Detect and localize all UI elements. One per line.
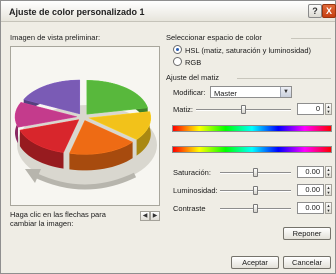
hue-label: Matiz:: [173, 105, 194, 114]
saturation-slider-thumb[interactable]: [252, 168, 258, 177]
spin-down-icon[interactable]: ▼: [326, 109, 331, 114]
close-button[interactable]: X: [322, 4, 336, 18]
hue-value-field[interactable]: 0: [297, 103, 324, 115]
contrast-spin-buttons[interactable]: ▲ ▼: [325, 202, 332, 214]
hue-spectrum-result: [172, 146, 332, 153]
preview-nav-hint: Haga clic en las flechas para cambiar la…: [10, 210, 106, 228]
previous-image-button[interactable]: ◀: [140, 211, 150, 221]
modify-label: Modificar:: [173, 88, 206, 97]
luminosity-label: Luminosidad:: [173, 186, 218, 195]
luminosity-value-field[interactable]: 0.00: [297, 184, 324, 196]
accept-button-label: Aceptar: [242, 258, 268, 267]
spin-down-icon[interactable]: ▼: [326, 172, 331, 177]
contrast-value-field[interactable]: 0.00: [297, 202, 324, 214]
preview-nav: ◀ ▶: [140, 211, 160, 221]
color-adjust-dialog: Ajuste de color personalizado 1 ? X Imag…: [0, 0, 336, 274]
group-divider: [291, 38, 331, 39]
contrast-slider-thumb[interactable]: [252, 204, 258, 213]
rgb-radio[interactable]: [173, 57, 182, 66]
luminosity-slider-thumb[interactable]: [252, 186, 258, 195]
rgb-radio-label[interactable]: RGB: [185, 58, 201, 67]
saturation-spin-buttons[interactable]: ▲ ▼: [325, 166, 332, 178]
title-bar[interactable]: Ajuste de color personalizado 1 ? X: [1, 1, 336, 22]
preview-pie-chart: [14, 79, 157, 190]
cancel-button-label: Cancelar: [291, 258, 322, 267]
luminosity-spin-buttons[interactable]: ▲ ▼: [325, 184, 332, 196]
preview-label: Imagen de vista preliminar:: [10, 33, 101, 42]
saturation-value-field[interactable]: 0.00: [297, 166, 324, 178]
contrast-label: Contraste: [173, 204, 206, 213]
reset-button[interactable]: Reponer: [283, 227, 331, 240]
reset-button-label: Reponer: [292, 229, 322, 238]
group-divider: [237, 78, 331, 79]
modify-dropdown-value: Master: [214, 88, 237, 98]
hue-spin-buttons[interactable]: ▲ ▼: [325, 103, 332, 115]
hsl-radio-label[interactable]: HSL (matiz, saturación y luminosidad): [185, 46, 311, 55]
window-title: Ajuste de color personalizado 1: [9, 7, 145, 17]
modify-dropdown[interactable]: Master ▼: [210, 86, 292, 98]
help-button[interactable]: ?: [308, 4, 322, 18]
hue-adjust-group-label: Ajuste del matiz: [166, 73, 219, 82]
preview-image: [10, 46, 160, 206]
spin-down-icon[interactable]: ▼: [326, 190, 331, 195]
next-image-button[interactable]: ▶: [150, 211, 160, 221]
color-space-group-label: Seleccionar espacio de color: [166, 33, 262, 42]
chevron-down-icon[interactable]: ▼: [280, 87, 291, 97]
cancel-button[interactable]: Cancelar: [283, 256, 331, 269]
saturation-label: Saturación:: [173, 168, 211, 177]
accept-button[interactable]: Aceptar: [231, 256, 279, 269]
spin-down-icon[interactable]: ▼: [326, 208, 331, 213]
hsl-radio[interactable]: [173, 45, 182, 54]
hue-slider-thumb[interactable]: [240, 105, 246, 114]
hue-spectrum-source: [172, 125, 332, 132]
